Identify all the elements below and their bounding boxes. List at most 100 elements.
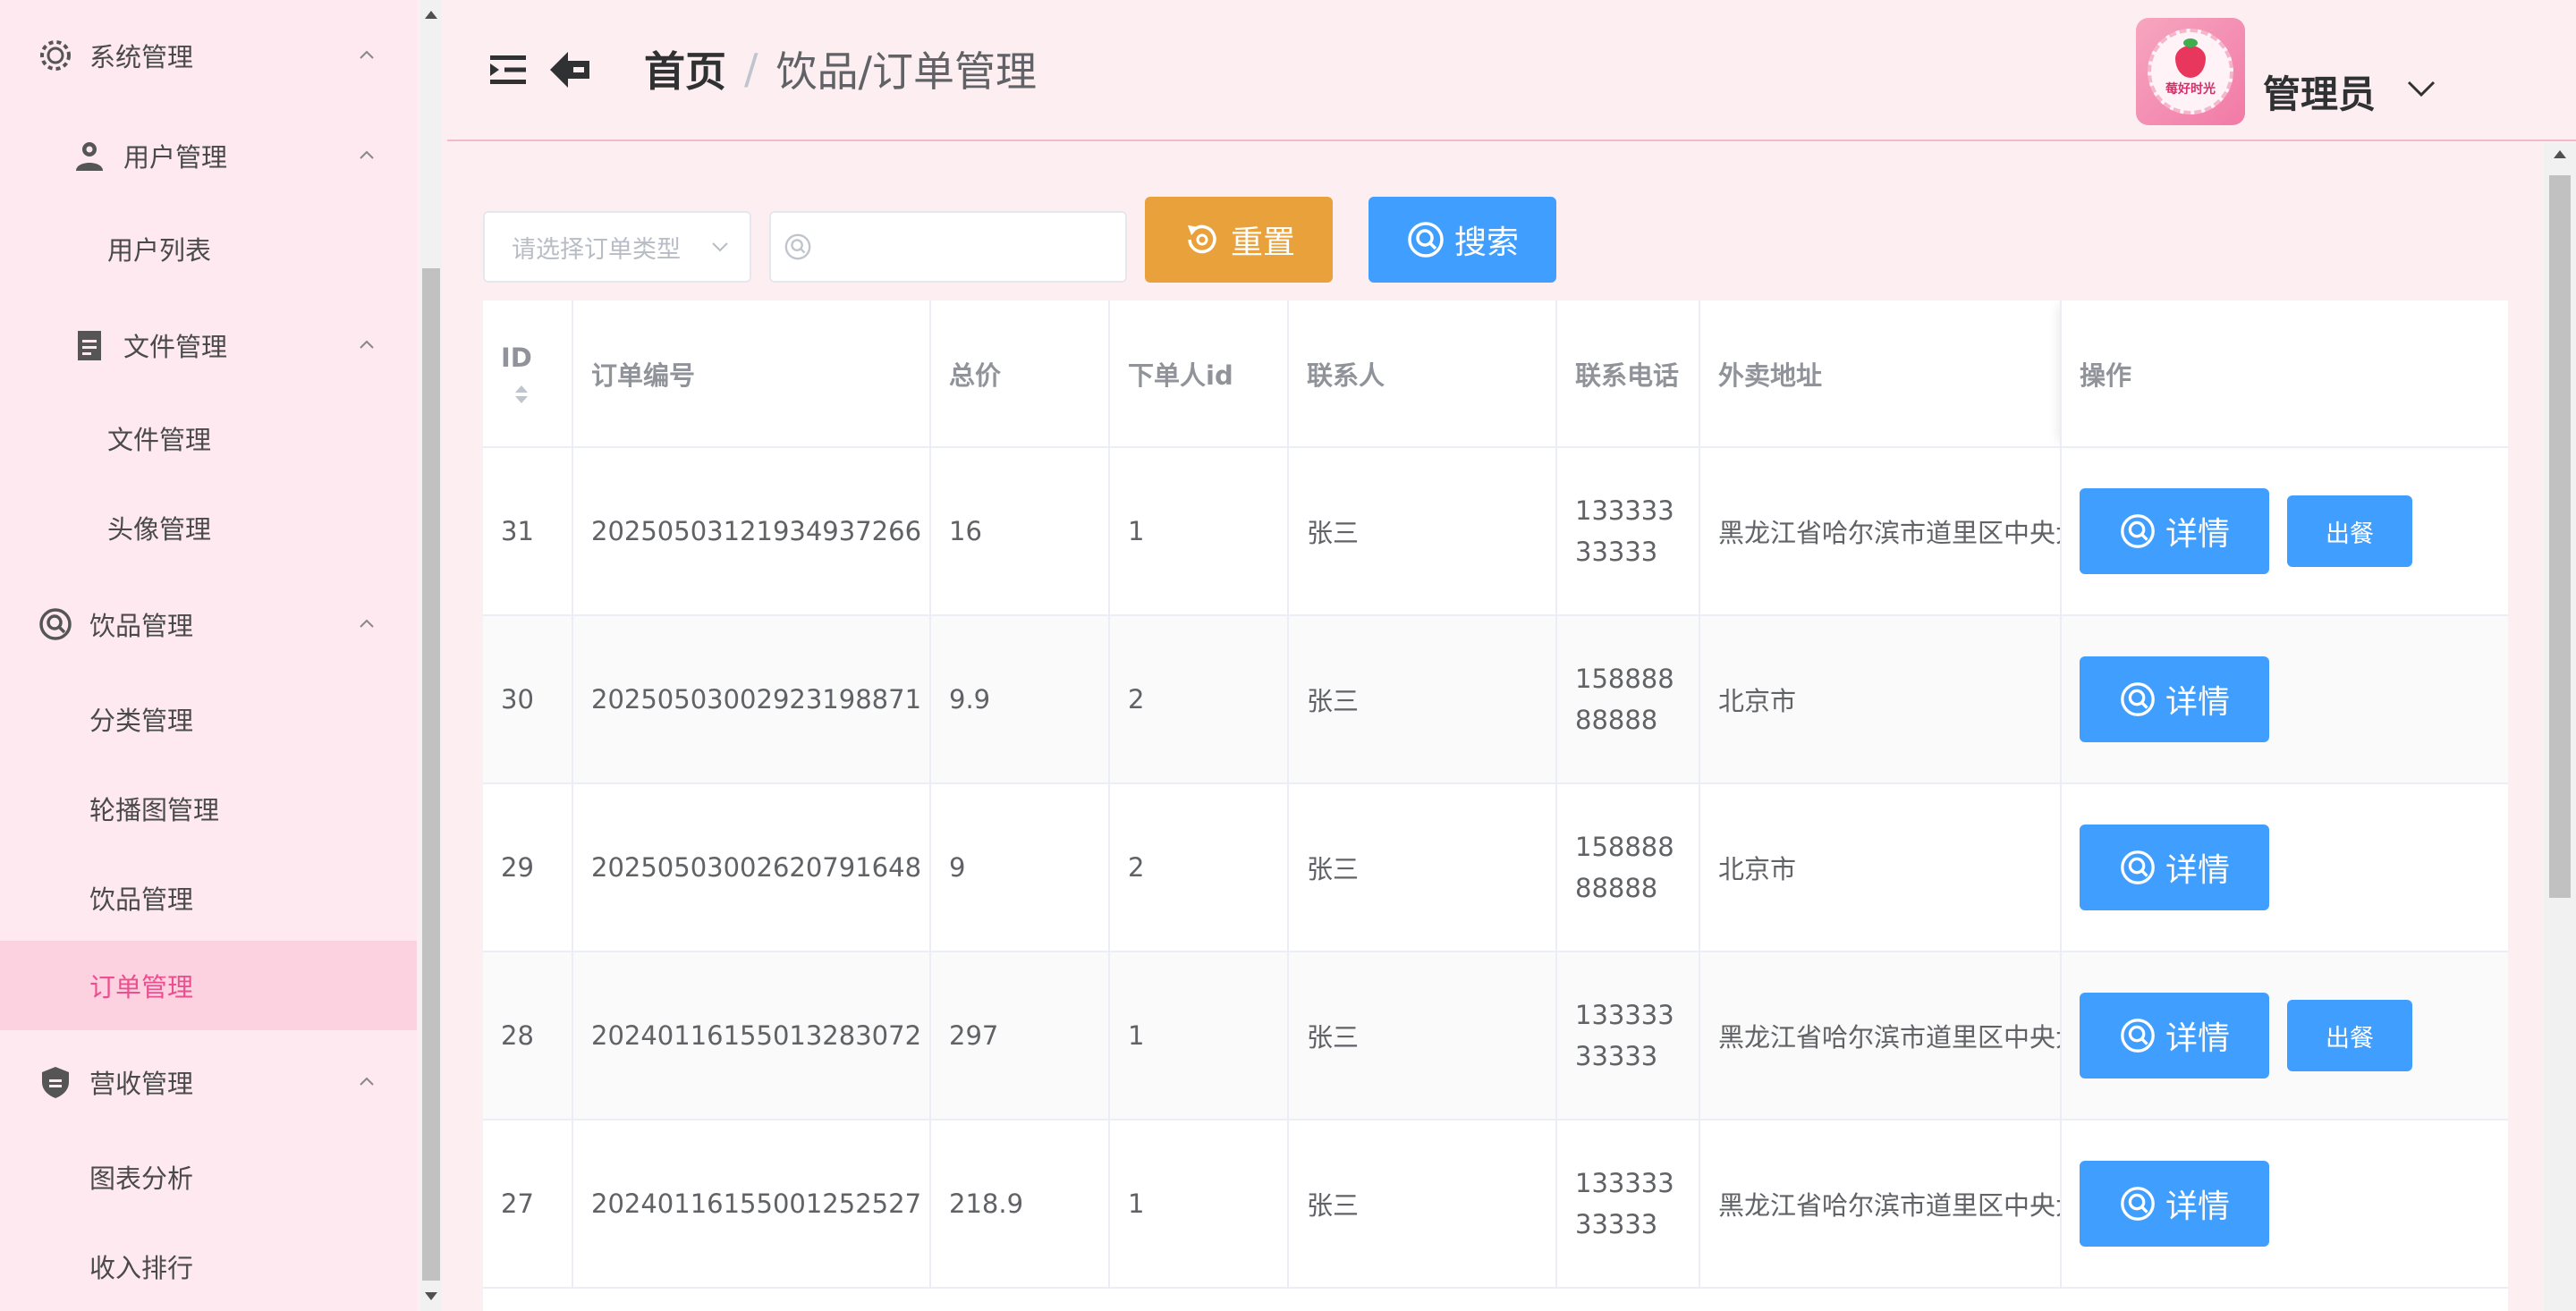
menu-label: 文件管理 [107, 425, 212, 455]
detail-button[interactable]: 详情 [2080, 656, 2269, 742]
cell-contact: 张三 [1288, 1120, 1557, 1289]
menu-chart-analysis[interactable]: 图表分析 [0, 1132, 417, 1222]
cell-contact: 张三 [1288, 952, 1557, 1121]
back-button[interactable] [546, 45, 596, 95]
search-icon [784, 233, 811, 260]
scrollbar-thumb[interactable] [2549, 175, 2571, 898]
chevron-up-icon [360, 150, 374, 159]
cell-total: 9 [930, 783, 1110, 952]
breadcrumb-home[interactable]: 首页 [644, 39, 726, 98]
cell-address: 北京市 [1699, 615, 2062, 784]
avatar[interactable]: 莓好时光 [2136, 18, 2245, 125]
table-row: 27 20240116155001252527 218.9 1 张三 13333… [483, 1120, 2508, 1289]
cell-user-id: 2 [1109, 615, 1289, 784]
menu-user-management[interactable]: 用户管理 [0, 111, 417, 200]
search-input[interactable] [769, 211, 1127, 283]
search-text-field[interactable] [821, 233, 1125, 261]
menu-label: 用户列表 [107, 235, 212, 266]
menu-drink-management[interactable]: 饮品管理 [0, 579, 417, 669]
chevron-down-icon[interactable] [2406, 79, 2436, 98]
cell-total: 9.9 [930, 615, 1110, 784]
cell-phone: 13333333333 [1556, 1120, 1700, 1289]
menu-label: 图表分析 [89, 1163, 194, 1194]
menu-carousel[interactable]: 轮播图管理 [0, 764, 417, 853]
search-icon [2121, 1019, 2155, 1053]
serve-button[interactable]: 出餐 [2287, 495, 2412, 567]
cell-id: 29 [483, 783, 573, 952]
sidebar: 系统管理 用户管理 用户列表 文件管理 文件管理 头像管理 饮品管理 分类管理 … [0, 0, 417, 1311]
menu-system[interactable]: 系统管理 [0, 11, 417, 100]
reset-label: 重置 [1230, 224, 1295, 261]
cell-user-id: 1 [1109, 1120, 1289, 1289]
cell-order-no: 20240116155013283072 [572, 952, 931, 1121]
search-icon [2121, 1187, 2155, 1221]
detail-button[interactable]: 详情 [2080, 1161, 2269, 1247]
menu-user-list[interactable]: 用户列表 [0, 204, 417, 293]
menu-label: 文件管理 [123, 332, 228, 362]
cell-total: 16 [930, 447, 1110, 616]
cell-phone: 15888888888 [1556, 783, 1700, 952]
avatar-logo: 莓好时光 [2148, 29, 2233, 114]
cell-order-no: 20250503002923198871 [572, 615, 931, 784]
sort-icon[interactable] [513, 384, 530, 405]
cell-id: 28 [483, 952, 573, 1121]
refresh-icon [1187, 224, 1216, 254]
order-type-select[interactable]: 请选择订单类型 [483, 211, 751, 283]
menu-income-rank[interactable]: 收入排行 [0, 1222, 417, 1311]
scroll-down-arrow-icon[interactable] [425, 1292, 437, 1300]
collapse-menu-button[interactable] [483, 45, 533, 95]
menu-drinks[interactable]: 饮品管理 [0, 853, 417, 943]
cell-actions: 详情 [2061, 1120, 2508, 1289]
search-icon [2121, 514, 2155, 548]
menu-label: 系统管理 [89, 42, 194, 72]
breadcrumb-current: 饮品/订单管理 [775, 47, 1038, 96]
menu-label: 营收管理 [89, 1069, 194, 1099]
sidebar-scrollbar[interactable] [420, 0, 442, 1311]
cell-address: 黑龙江省哈尔滨市道里区中央大街 [1699, 952, 2062, 1121]
column-header: 联系人 [1288, 300, 1557, 448]
main-content: 请选择订单类型 重置 搜索 ID 订单编号 总价 下单人id 联系人 联系电话 … [447, 143, 2576, 1311]
scroll-up-arrow-icon[interactable] [425, 11, 437, 19]
cell-contact: 张三 [1288, 447, 1557, 616]
detail-button[interactable]: 详情 [2080, 488, 2269, 574]
menu-avatar-management[interactable]: 头像管理 [0, 483, 417, 572]
serve-button[interactable]: 出餐 [2287, 1000, 2412, 1071]
chevron-up-icon [360, 619, 374, 628]
scrollbar-thumb[interactable] [422, 268, 440, 1281]
detail-button[interactable]: 详情 [2080, 825, 2269, 910]
reset-button[interactable]: 重置 [1145, 197, 1333, 283]
cell-order-no: 20250503121934937266 [572, 447, 931, 616]
menu-category[interactable]: 分类管理 [0, 674, 417, 764]
orders-table: ID 订单编号 总价 下单人id 联系人 联系电话 外卖地址 操作 31 202… [483, 300, 2508, 1311]
menu-label: 轮播图管理 [89, 795, 220, 825]
menu-revenue[interactable]: 营收管理 [0, 1037, 417, 1127]
menu-orders[interactable]: 订单管理 [0, 941, 417, 1030]
menu-file-management[interactable]: 文件管理 [0, 300, 417, 390]
back-arrow-icon [550, 52, 589, 88]
content-scrollbar[interactable] [2544, 143, 2576, 1311]
column-header: 订单编号 [572, 300, 931, 448]
cell-contact: 张三 [1288, 783, 1557, 952]
table-row: 31 20250503121934937266 16 1 张三 13333333… [483, 447, 2508, 616]
column-header: 联系电话 [1556, 300, 1700, 448]
breadcrumb: 首页 / 饮品/订单管理 [644, 39, 1037, 98]
cell-address: 北京市 [1699, 783, 2062, 952]
search-button[interactable]: 搜索 [1368, 197, 1556, 283]
detail-button[interactable]: 详情 [2080, 993, 2269, 1078]
cell-id: 30 [483, 615, 573, 784]
cell-id: 31 [483, 447, 573, 616]
column-header[interactable]: ID [483, 300, 573, 448]
menu-file-sub[interactable]: 文件管理 [0, 393, 417, 483]
menu-label: 用户管理 [123, 142, 228, 173]
search-label: 搜索 [1453, 224, 1519, 261]
cell-id: 27 [483, 1120, 573, 1289]
breadcrumb-separator: / [744, 45, 758, 93]
user-icon [70, 136, 109, 175]
menu-label: 饮品管理 [89, 611, 194, 641]
column-header: 总价 [930, 300, 1110, 448]
cell-actions: 详情 出餐 [2061, 952, 2508, 1121]
user-name[interactable]: 管理员 [2263, 64, 2376, 119]
scroll-up-arrow-icon[interactable] [2554, 150, 2566, 158]
strawberry-icon [2175, 38, 2206, 78]
cell-total: 297 [930, 952, 1110, 1121]
